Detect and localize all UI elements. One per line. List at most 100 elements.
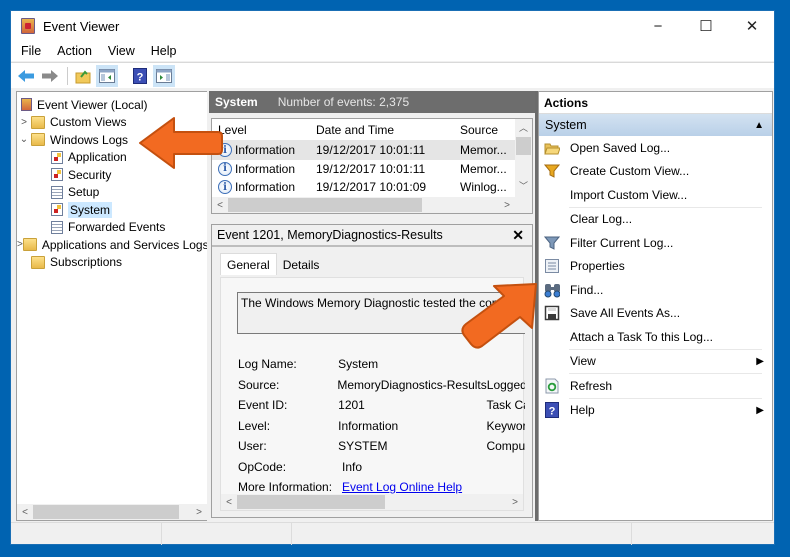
tree-item-event-viewer-local[interactable]: Event Viewer (Local) [17, 96, 207, 114]
filter-gold-icon [544, 163, 560, 179]
menu-help[interactable]: Help [143, 44, 185, 58]
action-label: Import Custom View... [570, 187, 688, 202]
toolbar: ? [11, 62, 774, 88]
tree-label: Event Viewer (Local) [37, 97, 148, 112]
tree-item-system[interactable]: System [17, 201, 207, 219]
scrollbar-thumb[interactable] [33, 505, 179, 519]
event-level: Information [235, 161, 296, 176]
log-icon [51, 168, 63, 182]
submenu-arrow-icon: ▶ [756, 355, 764, 367]
property-label: Event ID: [238, 398, 288, 413]
chevron-right-icon[interactable]: > [17, 239, 23, 250]
menu-bar: File Action View Help [11, 41, 774, 61]
actions-group-system[interactable]: System ▲ [539, 114, 772, 136]
property-value: Information [338, 418, 399, 433]
action-refresh[interactable]: Refresh [539, 374, 772, 398]
tree-label: Subscriptions [50, 255, 123, 270]
action-find[interactable]: Find... [539, 278, 772, 302]
scroll-left-icon[interactable]: < [212, 200, 228, 211]
action-clear-log[interactable]: Clear Log... [539, 208, 772, 232]
property-value: MemoryDiagnostics-Results [337, 377, 487, 392]
tree-item-applications-and-services-logs[interactable]: > Applications and Services Logs [17, 236, 209, 254]
menu-action[interactable]: Action [49, 44, 100, 58]
forward-arrow-icon [42, 69, 58, 82]
event-date: 19/12/2017 10:01:11 [316, 161, 426, 176]
column-header-level[interactable]: Level [212, 123, 310, 137]
menu-view[interactable]: View [100, 44, 143, 58]
event-source: Memor... [460, 161, 507, 176]
maximize-button[interactable]: ☐ [683, 11, 729, 41]
events-horizontal-scrollbar[interactable]: < > [212, 197, 532, 213]
tree-item-subscriptions[interactable]: Subscriptions [17, 254, 207, 272]
up-one-level-button[interactable] [72, 65, 94, 87]
event-row[interactable]: i Information 19/12/2017 10:01:11 Memor..… [212, 160, 532, 179]
action-create-custom-view[interactable]: Create Custom View... [539, 160, 772, 184]
scroll-right-icon[interactable]: > [191, 507, 207, 518]
tree-label: Application [68, 150, 127, 165]
event-date: 19/12/2017 10:01:09 [316, 180, 427, 195]
action-help[interactable]: ? Help ▶ [539, 399, 772, 423]
forward-button[interactable] [39, 65, 61, 87]
event-row[interactable]: i Information 19/12/2017 10:01:09 Winlog.… [212, 178, 532, 197]
log-plain-icon [51, 220, 63, 234]
action-filter-current-log[interactable]: Filter Current Log... [539, 231, 772, 255]
close-details-button[interactable]: ✕ [512, 227, 524, 244]
scroll-right-icon[interactable]: > [499, 200, 515, 211]
event-viewer-window: Event Viewer − ☐ ✕ File Action View Help… [10, 10, 775, 545]
tree-label: Custom Views [50, 115, 127, 130]
action-view[interactable]: View ▶ [539, 350, 772, 374]
svg-text:?: ? [549, 406, 556, 418]
svg-text:?: ? [137, 71, 144, 83]
events-vertical-scrollbar[interactable]: ︿ ﹀ [515, 119, 532, 197]
highlight-arrow-left [139, 117, 223, 169]
tree-horizontal-scrollbar[interactable]: < > [17, 504, 207, 520]
property-label: User: [238, 439, 267, 454]
scroll-left-icon[interactable]: < [221, 497, 237, 508]
scrollbar-thumb[interactable] [516, 137, 531, 155]
tree-item-forwarded-events[interactable]: Forwarded Events [17, 219, 207, 237]
action-attach-task[interactable]: Attach a Task To this Log... [539, 325, 772, 349]
tree-label-selected: System [68, 201, 113, 218]
window-title: Event Viewer [43, 18, 120, 34]
tab-details[interactable]: Details [277, 255, 326, 275]
show-hide-action-pane-icon [156, 68, 172, 83]
action-label: Help [570, 403, 595, 418]
event-source: Memor... [460, 143, 507, 158]
status-cell [631, 523, 632, 545]
event-log-online-help-link[interactable]: Event Log Online Help [342, 480, 496, 494]
action-properties[interactable]: Properties [539, 255, 772, 279]
event-row[interactable]: i Information 19/12/2017 10:01:11 Memor..… [212, 141, 532, 160]
action-import-custom-view[interactable]: Import Custom View... [539, 183, 772, 207]
action-save-all-events-as[interactable]: Save All Events As... [539, 302, 772, 326]
show-hide-action-pane-button[interactable] [153, 64, 175, 87]
highlight-arrow-diagonal [461, 283, 537, 349]
property-label: More Information: [238, 480, 333, 495]
column-header-date[interactable]: Date and Time [310, 123, 456, 137]
menu-file[interactable]: File [11, 44, 49, 58]
scroll-down-icon[interactable]: ﹀ [515, 177, 532, 195]
details-horizontal-scrollbar[interactable]: < > [221, 494, 523, 510]
chevron-down-icon[interactable]: ⌄ [17, 134, 31, 145]
scroll-right-icon[interactable]: > [507, 497, 523, 508]
property-label: Level: [238, 418, 271, 433]
chevron-right-icon[interactable]: > [17, 117, 31, 128]
action-open-saved-log[interactable]: Open Saved Log... [539, 136, 772, 160]
collapse-up-icon[interactable]: ▲ [754, 120, 764, 131]
show-hide-console-tree-button[interactable] [96, 64, 118, 87]
scrollbar-thumb[interactable] [237, 495, 385, 509]
close-button[interactable]: ✕ [729, 11, 775, 41]
scroll-left-icon[interactable]: < [17, 507, 33, 518]
property-row: Log Name: System [238, 354, 525, 375]
tree-item-setup[interactable]: Setup [17, 184, 207, 202]
scrollbar-thumb[interactable] [228, 198, 422, 212]
back-button[interactable] [15, 65, 37, 87]
property-row: OpCode: Info [238, 457, 525, 478]
action-label: Clear Log... [570, 212, 633, 227]
folder-icon [22, 238, 37, 252]
actions-pane: Actions System ▲ Open Saved Log... Creat… [538, 91, 773, 521]
scroll-up-icon[interactable]: ︿ [515, 119, 532, 137]
minimize-button[interactable]: − [635, 11, 681, 41]
tab-general[interactable]: General [220, 253, 277, 275]
column-header-source[interactable]: Source [456, 123, 514, 137]
help-button[interactable]: ? [129, 65, 151, 87]
